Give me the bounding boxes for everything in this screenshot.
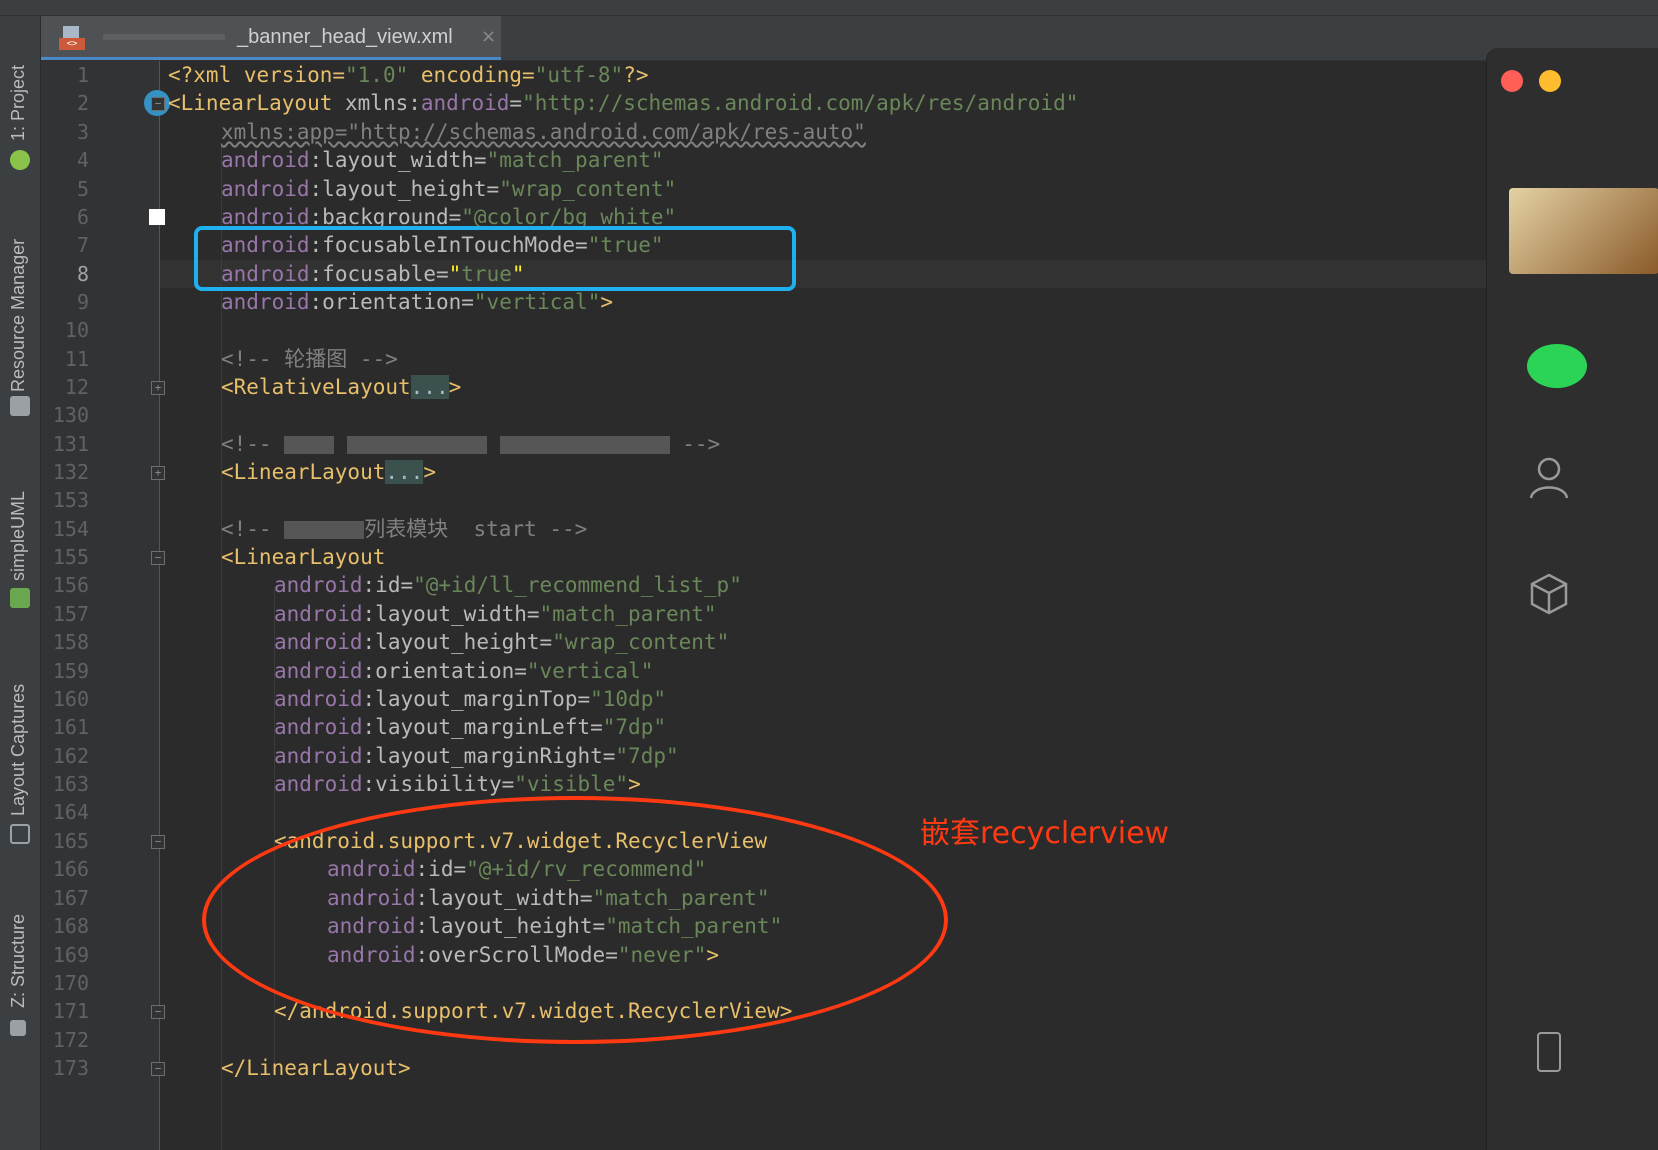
redacted-text: [346, 436, 487, 454]
annotation-label: 嵌套recyclerview: [920, 816, 1170, 851]
line-number: 12: [64, 375, 89, 399]
line-number: 2: [76, 91, 89, 115]
layout-captures-icon: [10, 824, 30, 844]
code-line-173: </LinearLayout>: [221, 1056, 411, 1080]
blue-highlight-box: [194, 226, 796, 291]
code-line-4: android:layout_width="match_parent": [221, 148, 664, 172]
line-number: 166: [52, 857, 89, 881]
tool-tab-project[interactable]: 1: Project: [0, 36, 40, 176]
tool-tab-structure-label: Z: Structure: [8, 913, 28, 1008]
code-line-156: android:id="@+id/ll_recommend_list_p": [274, 573, 742, 597]
chat-app-sidebar: [1486, 48, 1658, 1150]
cube-icon[interactable]: [1529, 572, 1569, 616]
line-number: 169: [52, 943, 89, 967]
redacted-text: [284, 521, 365, 539]
structure-icon: [10, 1020, 26, 1036]
code-line-11: <!-- 轮播图 -->: [221, 347, 398, 371]
phone-icon[interactable]: [1537, 1032, 1561, 1072]
line-number: 153: [52, 488, 89, 512]
line-number: 173: [52, 1056, 89, 1080]
line-number: 6: [76, 205, 89, 229]
redacted-text: [284, 436, 335, 454]
minimize-window-icon[interactable]: [1539, 70, 1561, 92]
line-number: 10: [64, 318, 89, 342]
redacted-text: [499, 436, 670, 454]
tool-tab-resource-manager[interactable]: Resource Manager: [0, 196, 40, 436]
contacts-icon[interactable]: [1529, 456, 1569, 500]
line-number: 131: [52, 432, 89, 456]
avatar[interactable]: [1509, 188, 1658, 274]
close-window-icon[interactable]: [1501, 70, 1523, 92]
code-line-163: android:visibility="visible">: [274, 772, 641, 796]
line-number: 163: [52, 772, 89, 796]
line-number: 5: [76, 177, 89, 201]
tool-tab-simpleuml-label: simpleUML: [8, 490, 28, 581]
redacted-filename-prefix: [103, 34, 225, 40]
code-line-131: <!-- -->: [221, 432, 721, 456]
line-number: 130: [52, 403, 89, 427]
line-number: 155: [52, 545, 89, 569]
line-number: 8: [76, 262, 89, 286]
line-number: 160: [52, 687, 89, 711]
code-line-5: android:layout_height="wrap_content": [221, 177, 677, 201]
code-line-132: <LinearLayout...>: [221, 460, 436, 484]
code-line-162: android:layout_marginRight="7dp": [274, 744, 679, 768]
code-line-9: android:orientation="vertical">: [221, 290, 613, 314]
uml-icon: [10, 588, 30, 608]
line-number: 11: [64, 347, 89, 371]
tool-tab-resource-manager-label: Resource Manager: [8, 238, 28, 392]
line-number: 9: [76, 290, 89, 314]
folded-region[interactable]: ...: [410, 375, 449, 399]
code-line-160: android:layout_marginTop="10dp": [274, 687, 666, 711]
line-number: 172: [52, 1028, 89, 1052]
line-number: 161: [52, 715, 89, 739]
line-number: 156: [52, 573, 89, 597]
tool-tab-project-label: 1: Project: [8, 64, 28, 141]
line-number: 168: [52, 914, 89, 938]
line-number: 159: [52, 659, 89, 683]
tool-tab-layout-captures-label: Layout Captures: [8, 683, 28, 816]
line-number: 162: [52, 744, 89, 768]
code-line-12: <RelativeLayout...>: [221, 375, 462, 399]
resource-manager-icon: [10, 396, 30, 416]
tool-tab-layout-captures[interactable]: Layout Captures: [0, 656, 40, 856]
line-number: 7: [76, 233, 89, 257]
folded-region[interactable]: ...: [385, 460, 424, 484]
tool-tab-simpleuml[interactable]: simpleUML: [0, 456, 40, 616]
line-number: 158: [52, 630, 89, 654]
left-tool-strip: 1: Project Resource Manager simpleUML La…: [0, 16, 41, 1150]
breadcrumb[interactable]: [0, 0, 1658, 16]
code-line-154: <!-- 列表模块 start -->: [221, 517, 588, 541]
tab-filename: _banner_head_view.xml: [237, 26, 453, 48]
tool-tab-structure[interactable]: Z: Structure: [0, 896, 40, 1046]
line-number: 165: [52, 829, 89, 853]
xml-file-icon: <>: [59, 26, 87, 50]
line-number: 157: [52, 602, 89, 626]
android-icon: [10, 150, 30, 170]
code-line-161: android:layout_marginLeft="7dp": [274, 715, 666, 739]
line-number: 167: [52, 886, 89, 910]
line-number: 170: [52, 971, 89, 995]
code-line-2: <LinearLayout xmlns:android="http://sche…: [168, 91, 1079, 115]
line-number: 4: [76, 148, 89, 172]
editor-tab-bar: <> _banner_head_view.xml ×: [41, 16, 1658, 61]
editor-gutter: 1 2 3 4 5 6 7 8 9 10 11 12 130 131 132 153 154 155 156 157 1…: [41, 61, 170, 1150]
line-number: 154: [52, 517, 89, 541]
code-line-157: android:layout_width="match_parent": [274, 602, 717, 626]
code-line-3: xmlns:app="http://schemas.android.com/ap…: [221, 120, 866, 144]
code-line-155: <LinearLayout: [221, 545, 386, 569]
line-number: 132: [52, 460, 89, 484]
line-number: 1: [76, 63, 89, 87]
line-number: 171: [52, 999, 89, 1023]
code-line-1: <?xml version="1.0" encoding="utf-8"?>: [168, 63, 649, 87]
line-number: 164: [52, 800, 89, 824]
chat-icon[interactable]: [1527, 344, 1587, 388]
red-highlight-ellipse: [202, 796, 948, 1044]
editor-tab-active[interactable]: <> _banner_head_view.xml ×: [41, 16, 501, 60]
code-line-159: android:orientation="vertical": [274, 659, 654, 683]
code-line-158: android:layout_height="wrap_content": [274, 630, 730, 654]
close-tab-icon[interactable]: ×: [481, 26, 496, 47]
line-number: 3: [76, 120, 89, 144]
